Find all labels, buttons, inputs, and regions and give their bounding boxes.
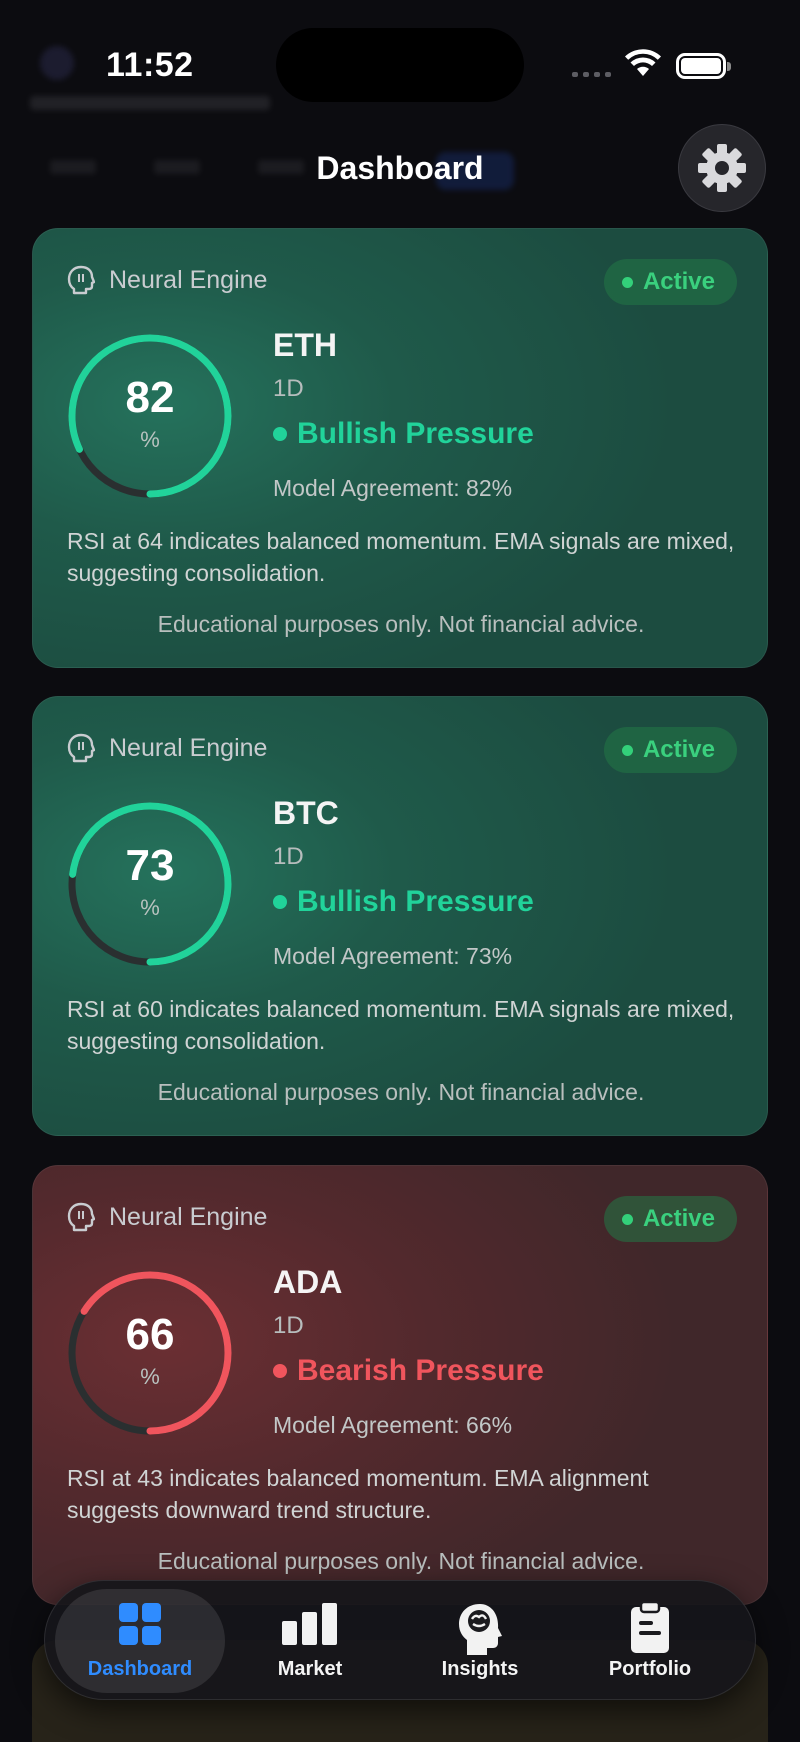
confidence-value: 73 xyxy=(125,841,175,890)
status-badge: Active xyxy=(603,259,737,305)
model-agreement: Model Agreement: 82% xyxy=(273,475,513,501)
card-header: Neural Engine xyxy=(67,1202,267,1232)
pressure-label: Bullish Pressure xyxy=(297,885,534,918)
disclaimer: Educational purposes only. Not financial… xyxy=(157,611,645,637)
settings-button[interactable] xyxy=(678,124,766,212)
status-badge: Active xyxy=(603,1196,737,1242)
gear-icon xyxy=(698,144,746,192)
tab-label: Portfolio xyxy=(608,1658,692,1680)
signal-description: RSI at 64 indicates balanced momentum. E… xyxy=(67,528,735,586)
signal-description: RSI at 60 indicates balanced momentum. E… xyxy=(67,996,735,1054)
status-dot xyxy=(621,744,633,756)
confidence-value: 82 xyxy=(125,373,175,422)
asset-symbol: ETH xyxy=(273,327,337,363)
status-text: Active xyxy=(642,736,715,763)
signal-description: RSI at 43 indicates balanced momentum. E… xyxy=(67,1465,649,1523)
asset-symbol: ADA xyxy=(273,1264,343,1300)
tab-dashboard[interactable]: Dashboard xyxy=(55,1589,225,1693)
wifi-icon xyxy=(624,48,662,83)
signal-card[interactable]: Neural Engine Active 82 % ETH 1D Bullish… xyxy=(32,228,768,668)
card-header: Neural Engine xyxy=(67,733,267,763)
tab-market[interactable]: Market xyxy=(225,1589,395,1693)
battery-icon xyxy=(676,53,731,79)
timeframe: 1D xyxy=(273,1312,304,1339)
tab-portfolio[interactable]: Portfolio xyxy=(565,1589,735,1693)
tab-bar: Dashboard Market Insights Portfolio xyxy=(44,1580,756,1700)
head-profile-icon xyxy=(67,265,95,295)
grid-icon xyxy=(119,1603,161,1645)
tab-label: Insights xyxy=(441,1658,519,1680)
confidence-gauge: 82 % xyxy=(57,323,243,509)
confidence-unit: % xyxy=(140,427,160,452)
pressure-indicator: Bullish Pressure xyxy=(273,417,534,451)
pressure-dot xyxy=(273,895,287,909)
status-badge: Active xyxy=(603,727,737,773)
model-agreement: Model Agreement: 66% xyxy=(273,1412,513,1438)
cellular-signal-icon xyxy=(572,72,611,77)
tab-label: Market xyxy=(277,1658,343,1680)
confidence-unit: % xyxy=(140,1364,160,1389)
timeframe: 1D xyxy=(273,843,304,870)
status-dot xyxy=(621,276,633,288)
pressure-label: Bullish Pressure xyxy=(297,417,534,450)
asset-symbol: BTC xyxy=(273,795,339,831)
confidence-gauge: 73 % xyxy=(57,791,243,977)
pressure-label: Bearish Pressure xyxy=(297,1354,544,1387)
tab-insights[interactable]: Insights xyxy=(395,1589,565,1693)
confidence-value: 66 xyxy=(125,1310,175,1359)
tab-label: Dashboard xyxy=(87,1658,193,1680)
dynamic-island xyxy=(276,28,524,102)
disclaimer: Educational purposes only. Not financial… xyxy=(157,1548,645,1574)
brain-head-icon xyxy=(459,1604,502,1655)
status-dot xyxy=(621,1213,633,1225)
card-header: Neural Engine xyxy=(67,265,267,295)
engine-label: Neural Engine xyxy=(109,265,268,294)
pressure-indicator: Bullish Pressure xyxy=(273,885,534,919)
signal-card[interactable]: Neural Engine Active 73 % BTC 1D Bullish… xyxy=(32,696,768,1136)
head-profile-icon xyxy=(67,733,95,763)
bar-chart-icon xyxy=(282,1603,337,1645)
confidence-gauge: 66 % xyxy=(57,1260,243,1446)
pressure-dot xyxy=(273,427,287,441)
engine-label: Neural Engine xyxy=(109,1202,268,1231)
status-bar: 11:52 xyxy=(0,0,800,120)
disclaimer: Educational purposes only. Not financial… xyxy=(157,1079,645,1105)
pressure-dot xyxy=(273,1364,287,1378)
confidence-unit: % xyxy=(140,895,160,920)
status-text: Active xyxy=(642,268,715,295)
model-agreement: Model Agreement: 73% xyxy=(273,943,513,969)
status-time: 11:52 xyxy=(106,46,194,84)
head-profile-icon xyxy=(67,1202,95,1232)
clipboard-icon xyxy=(631,1601,669,1653)
signal-card[interactable]: Neural Engine Active 66 % ADA 1D Bearish… xyxy=(32,1165,768,1605)
status-text: Active xyxy=(642,1205,715,1232)
timeframe: 1D xyxy=(273,375,304,402)
pressure-indicator: Bearish Pressure xyxy=(273,1354,544,1388)
engine-label: Neural Engine xyxy=(109,733,268,762)
